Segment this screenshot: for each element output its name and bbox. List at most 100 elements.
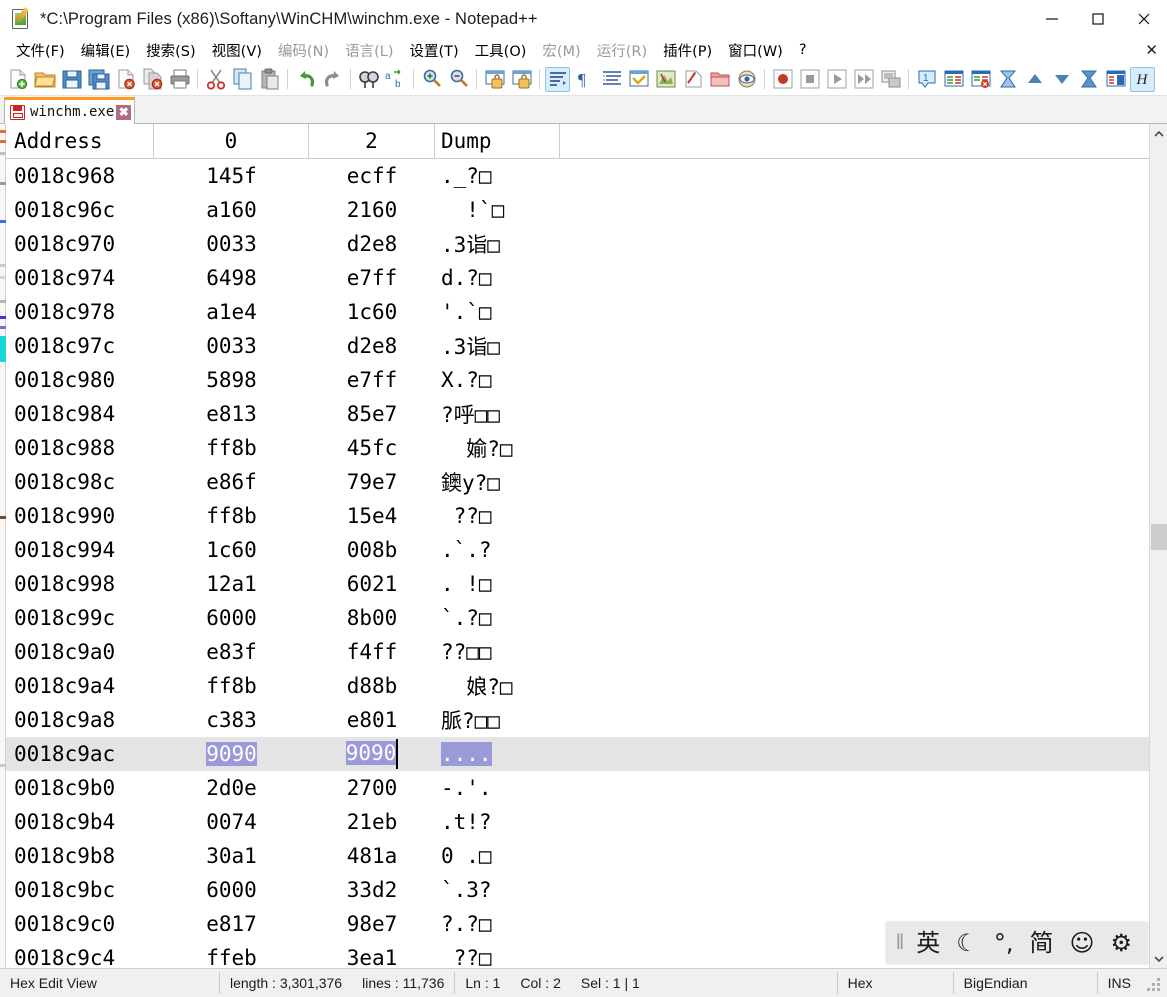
hex-byte-cell-2[interactable]: 98e7 (309, 912, 435, 936)
run-macro-multiple-icon[interactable] (851, 67, 876, 92)
hex-byte-cell-0[interactable]: 12a1 (154, 572, 309, 596)
menu-edit[interactable]: 编辑(E) (73, 38, 138, 64)
hex-byte-cell-0[interactable]: e817 (154, 912, 309, 936)
hex-byte-cell-2[interactable]: e7ff (309, 266, 435, 290)
stop-macro-icon[interactable] (797, 67, 822, 92)
hex-byte-cell-2[interactable]: 2700 (309, 776, 435, 800)
close-all-files-icon[interactable] (140, 67, 165, 92)
hex-byte-cell-2[interactable]: 1c60 (309, 300, 435, 324)
tab-close-icon[interactable]: ✖ (116, 104, 132, 120)
hex-byte-cell-0[interactable]: e813 (154, 402, 309, 426)
hex-row[interactable]: 0018c984 e813 85e7 ?呼□□ (6, 397, 1149, 431)
menu-plugins[interactable]: 插件(P) (655, 38, 720, 64)
hex-byte-cell-2[interactable]: 6021 (309, 572, 435, 596)
hex-row[interactable]: 0018c9b0 2d0e 2700 -.'. (6, 771, 1149, 805)
monitor-icon[interactable] (734, 67, 759, 92)
hex-row[interactable]: 0018c994 1c60 008b .`.? (6, 533, 1149, 567)
zoom-out-icon[interactable] (446, 67, 471, 92)
undo-icon[interactable] (293, 67, 318, 92)
sync-vertical-icon[interactable] (482, 67, 507, 92)
hex-byte-cell-0[interactable]: 6000 (154, 606, 309, 630)
hex-byte-cell-0[interactable]: a160 (154, 198, 309, 222)
hex-byte-cell-2[interactable]: d2e8 (309, 232, 435, 256)
hex-row[interactable]: 0018c96c a160 2160 !`□ (6, 193, 1149, 227)
close-button[interactable] (1121, 0, 1167, 38)
close-file-icon[interactable] (113, 67, 138, 92)
hex-byte-cell-0[interactable]: ffeb (154, 946, 309, 968)
hex-edit-view[interactable]: Address 0 2 Dump 0018c968 145f ecff ._?□ 001… (6, 124, 1149, 968)
hex-dump-cell[interactable]: ??□□ (435, 640, 560, 664)
menu-view[interactable]: 视图(V) (204, 38, 270, 64)
ime-emoji-icon[interactable]: ☺ (1061, 931, 1102, 955)
sync-horizontal-icon[interactable] (509, 67, 534, 92)
bookmark-icon[interactable]: 1 (914, 67, 939, 92)
hex-byte-cell-2[interactable]: 8b00 (309, 606, 435, 630)
hex-byte-cell-0[interactable]: 9090 (154, 742, 309, 766)
hex-dump-cell[interactable]: ??□ (435, 504, 560, 528)
hex-byte-cell-2[interactable]: e7ff (309, 368, 435, 392)
hex-dump-cell[interactable]: .... (435, 742, 560, 766)
minimize-button[interactable] (1029, 0, 1075, 38)
hex-byte-cell-2[interactable]: 9090 (309, 739, 435, 769)
column-header-2[interactable]: 2 (309, 124, 435, 159)
menu-encoding[interactable]: 编码(N) (270, 38, 337, 64)
hex-row[interactable]: 0018c978 a1e4 1c60 '.`□ (6, 295, 1149, 329)
user-defined-lang-icon[interactable] (626, 67, 651, 92)
hex-byte-cell-0[interactable]: 1c60 (154, 538, 309, 562)
hex-byte-cell-2[interactable]: 2160 (309, 198, 435, 222)
cut-icon[interactable] (203, 67, 228, 92)
scrollbar-thumb[interactable] (1151, 524, 1167, 550)
show-all-chars-icon[interactable]: ¶ (572, 67, 597, 92)
hex-byte-cell-2[interactable]: 15e4 (309, 504, 435, 528)
hex-row[interactable]: 0018c97c 0033 d2e8.3诣□ (6, 329, 1149, 363)
save-icon[interactable] (59, 67, 84, 92)
hex-byte-cell-2[interactable]: 45fc (309, 436, 435, 460)
ime-punctuation-mode[interactable]: °, (986, 931, 1022, 955)
scroll-up-arrow[interactable] (1150, 124, 1167, 142)
hex-dump-cell[interactable]: !`□ (435, 198, 560, 222)
ime-shape-mode[interactable]: ☾ (948, 931, 986, 955)
hex-byte-cell-0[interactable]: 0033 (154, 334, 309, 358)
hex-byte-cell-0[interactable]: 0074 (154, 810, 309, 834)
tab-winchm-exe[interactable]: winchm.exe ✖ (4, 97, 136, 124)
unfold-down-icon[interactable] (1049, 67, 1074, 92)
folder-workspace-icon[interactable] (707, 67, 732, 92)
hex-byte-cell-0[interactable]: 2d0e (154, 776, 309, 800)
compare-icon[interactable] (941, 67, 966, 92)
hex-row[interactable]: 0018c9a0 e83f f4ff ??□□ (6, 635, 1149, 669)
hex-row[interactable]: 0018c9bc 6000 33d2 `.3? (6, 873, 1149, 907)
hex-byte-cell-0[interactable]: c383 (154, 708, 309, 732)
zoom-in-icon[interactable] (419, 67, 444, 92)
hex-byte-cell-2[interactable]: 21eb (309, 810, 435, 834)
hex-byte-cell-2[interactable]: 481a (309, 844, 435, 868)
hex-dump-cell[interactable]: .`.? (435, 538, 560, 562)
open-file-icon[interactable] (32, 67, 57, 92)
hex-dump-cell[interactable]: ?.?□ (435, 912, 560, 936)
hex-byte-cell-0[interactable]: 0033 (154, 232, 309, 256)
hex-byte-cell-0[interactable]: ff8b (154, 436, 309, 460)
menu-settings[interactable]: 设置(T) (401, 38, 466, 64)
hex-dump-cell[interactable]: X.?□ (435, 368, 560, 392)
ime-settings-gear-icon[interactable]: ⚙ (1102, 931, 1140, 955)
doc-map-icon[interactable] (653, 67, 678, 92)
hex-row[interactable]: 0018c990 ff8b 15e4 ??□ (6, 499, 1149, 533)
resize-grip[interactable] (1147, 975, 1163, 991)
play-macro-icon[interactable] (824, 67, 849, 92)
hex-dump-cell[interactable]: `.?□ (435, 606, 560, 630)
hex-dump-cell[interactable]: ??□ (435, 946, 560, 968)
hex-dump-cell[interactable]: 鐭y?□ (435, 467, 560, 497)
hex-byte-cell-0[interactable]: 30a1 (154, 844, 309, 868)
maximize-button[interactable] (1075, 0, 1121, 38)
hex-row[interactable]: 0018c99c 6000 8b00 `.?□ (6, 601, 1149, 635)
scroll-down-arrow[interactable] (1150, 950, 1167, 968)
vertical-scrollbar[interactable] (1149, 124, 1167, 968)
hex-byte-cell-2[interactable]: 3ea1 (309, 946, 435, 968)
indent-guide-icon[interactable] (599, 67, 624, 92)
column-header-address[interactable]: Address (6, 124, 154, 159)
menu-help[interactable]: ? (791, 40, 815, 61)
hex-dump-cell[interactable]: '.`□ (435, 300, 560, 324)
hex-byte-cell-2[interactable]: 33d2 (309, 878, 435, 902)
column-header-0[interactable]: 0 (154, 124, 309, 159)
save-macro-icon[interactable] (878, 67, 903, 92)
hex-row[interactable]: 0018c98c e86f 79e7 鐭y?□ (6, 465, 1149, 499)
